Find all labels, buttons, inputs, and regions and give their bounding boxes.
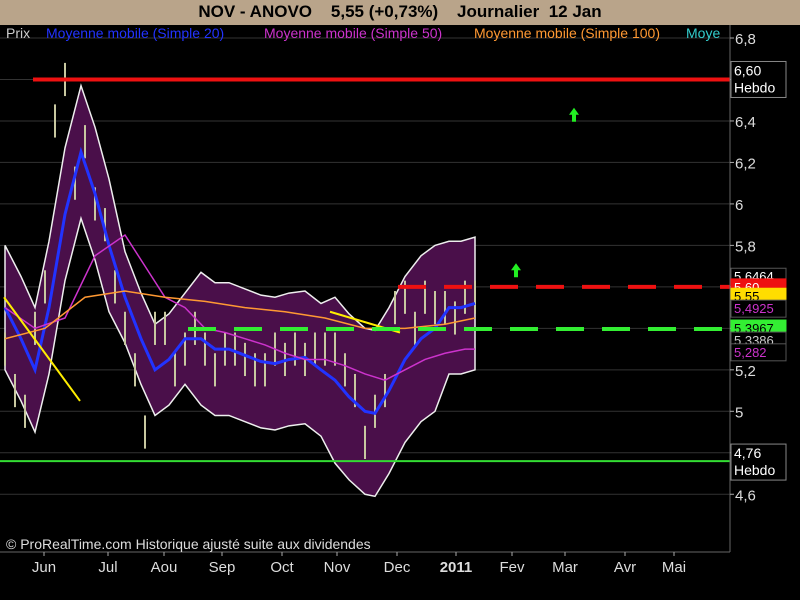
price-label-text: 5,282: [734, 345, 767, 360]
legend-item: Prix: [6, 25, 30, 41]
price-label-text: Hebdo: [734, 462, 775, 478]
y-tick-label: 5,8: [735, 238, 756, 255]
y-axis: 6,86,66,46,265,85,65,45,254,84,6: [730, 31, 756, 504]
y-tick-label: 4,6: [735, 487, 756, 504]
legend-item: Moye: [686, 25, 720, 41]
y-tick-label: 5: [735, 404, 743, 421]
x-tick-label: Sep: [209, 559, 236, 576]
legend: Prix Moyenne mobile (Simple 20) Moyenne mo…: [6, 25, 720, 41]
price-label-text: 4,76: [734, 445, 761, 461]
x-tick-label: Dec: [384, 559, 411, 576]
y-tick-label: 5,2: [735, 363, 756, 380]
legend-item: Moyenne mobile (Simple 100): [474, 25, 660, 41]
x-tick-label: Aou: [151, 559, 178, 576]
y-tick-label: 6,8: [735, 31, 756, 48]
x-tick-label: Oct: [270, 559, 294, 576]
x-tick-label: Fev: [499, 559, 525, 576]
x-tick-label: Nov: [324, 559, 351, 576]
x-tick-label: Jul: [98, 559, 117, 576]
y-tick-label: 6: [735, 197, 743, 214]
price-label-text: 6,60: [734, 62, 761, 78]
x-tick-label: Avr: [614, 559, 636, 576]
price-label-text: 5,4925: [734, 301, 774, 316]
y-tick-label: 6,2: [735, 155, 756, 172]
copyright-text: © ProRealTime.com Historique ajusté suit…: [6, 536, 371, 552]
legend-item: Moyenne mobile (Simple 50): [264, 25, 442, 41]
price-chart[interactable]: 6,86,66,46,265,85,65,45,254,84,6 JunJulA…: [0, 0, 800, 600]
legend-item: Moyenne mobile (Simple 20): [46, 25, 224, 41]
y-tick-label: 6,4: [735, 114, 756, 131]
price-label-text: Hebdo: [734, 79, 775, 95]
x-axis: Jun Jul Aou Sep Oct Nov Dec 2011 Fev Mar Avr Mai: [32, 552, 686, 576]
x-tick-label: Mar: [552, 559, 578, 576]
x-tick-label: Jun: [32, 559, 56, 576]
x-tick-label: Mai: [662, 559, 686, 576]
x-tick-label: 2011: [440, 559, 473, 576]
